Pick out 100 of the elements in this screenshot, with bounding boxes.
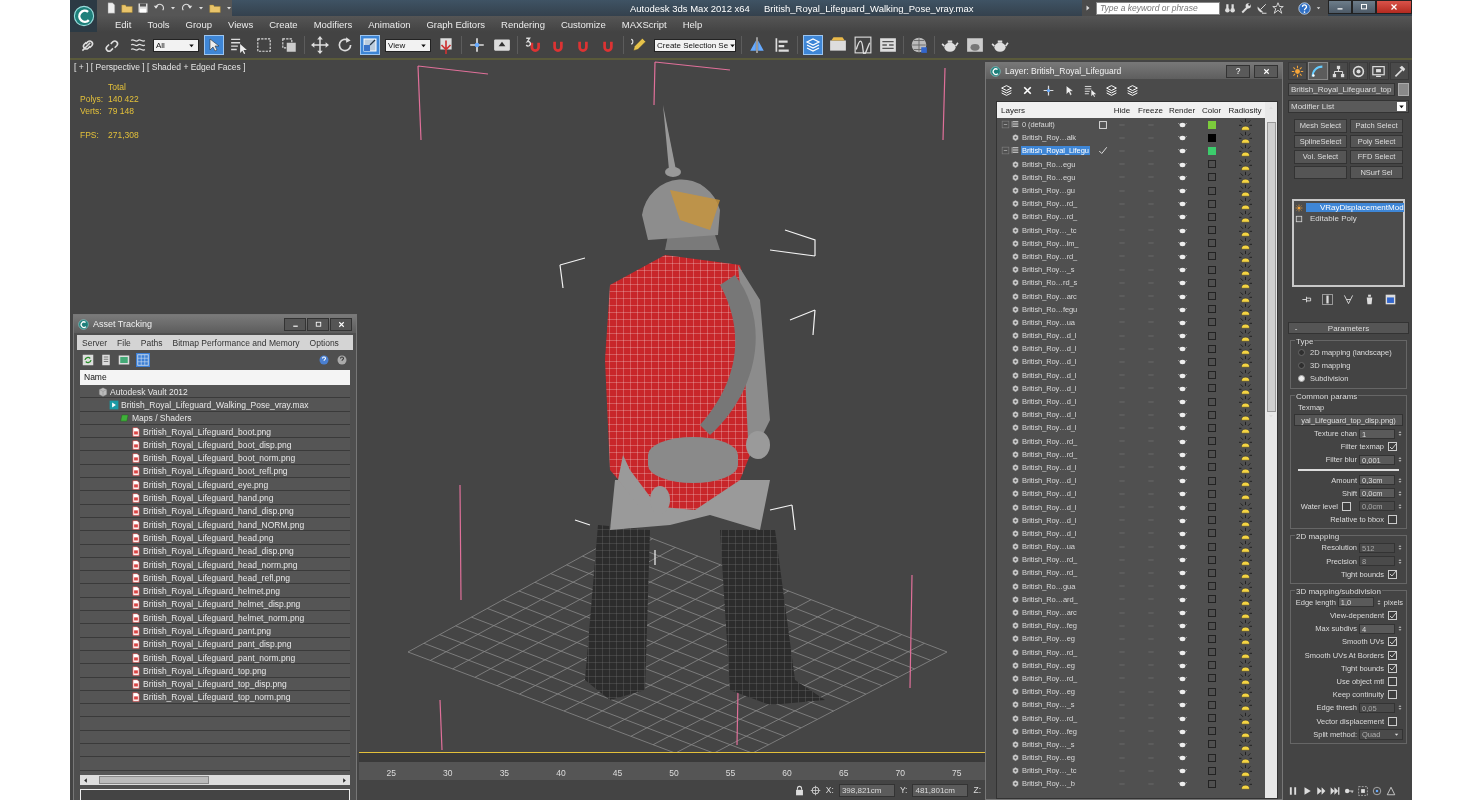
color-swatch[interactable] [1207,503,1216,512]
left-arrow-icon[interactable] [82,776,89,784]
asset-item[interactable]: British_Royal_Lifeguard_pant_norm.png [143,652,296,663]
menu-item[interactable]: Edit [107,18,140,30]
color-swatch[interactable] [1207,226,1216,235]
sun-icon[interactable] [1238,342,1252,356]
dashed-square-icon[interactable] [254,35,274,55]
teapot-icon[interactable] [1177,133,1187,143]
menu-item[interactable]: Options [304,337,344,348]
sun-icon[interactable] [1238,170,1252,184]
color-swatch[interactable] [1207,146,1216,155]
teapot-icon[interactable] [1177,621,1187,631]
sun-icon[interactable] [1238,671,1252,685]
sun-icon[interactable] [1238,685,1252,699]
rollout-title[interactable]: Parameters [1303,323,1408,333]
column-header[interactable]: Color [1198,105,1225,115]
panel-tab[interactable] [1328,62,1348,80]
app-menu-button[interactable] [70,0,97,32]
hide-icon[interactable] [1105,83,1118,97]
orbit-icon[interactable] [1372,786,1382,796]
color-swatch[interactable] [1207,397,1216,406]
color-swatch[interactable] [1207,305,1216,314]
object-name-field[interactable]: British_Royal_Lifeguard_top [1288,83,1395,96]
teapot-icon[interactable] [1177,265,1187,275]
material-sphere-icon[interactable] [909,35,929,55]
color-swatch[interactable] [1207,318,1216,327]
teapot-icon[interactable] [1177,212,1187,222]
vertical-scrollbar[interactable] [1265,102,1277,798]
panel-tab[interactable] [1308,62,1328,80]
menu-item[interactable]: Bitmap Performance and Memory [167,337,305,348]
checkbox[interactable] [1388,650,1397,660]
sun-icon[interactable] [1238,724,1252,738]
column-header[interactable]: Layers [997,105,1097,115]
color-swatch[interactable] [1207,344,1216,353]
close-button[interactable] [1376,0,1412,14]
overlapping-squares-icon[interactable] [279,35,299,55]
menu-item[interactable]: Paths [135,337,168,348]
bar-icon[interactable] [1322,294,1333,305]
asset-item[interactable]: British_Royal_Lifeguard_pant.png [143,626,272,636]
asset-item[interactable]: British_Royal_Lifeguard_top.png [143,665,267,676]
dropdown[interactable]: All [153,38,199,52]
maximize-button[interactable] [307,317,329,331]
color-swatch[interactable] [1207,199,1216,208]
horizontal-scrollbar[interactable] [80,775,350,785]
menu-item[interactable]: Help [674,18,711,30]
teapot-icon[interactable] [1177,357,1187,367]
pin-icon[interactable] [1301,294,1312,305]
checkbox[interactable] [1388,716,1397,726]
plus-icon[interactable] [1042,83,1055,97]
binoculars-icon[interactable] [1224,2,1236,14]
color-swatch[interactable] [1207,727,1216,736]
expand-toggle-icon[interactable] [1001,120,1010,130]
sun-icon[interactable] [1238,513,1252,527]
folder-icon[interactable] [121,2,133,14]
sun-icon[interactable] [1238,487,1252,501]
asset-item[interactable]: British_Royal_Lifeguard_hand_disp.png [143,506,294,517]
color-swatch[interactable] [1207,133,1216,142]
asset-item[interactable]: British_Royal_Lifeguard_helmet_disp.png [143,599,301,610]
zoom-extents-icon[interactable] [1358,786,1368,796]
picture-icon[interactable] [118,354,130,366]
sun-icon[interactable] [1238,249,1252,263]
layers-icon[interactable] [803,35,823,55]
teapot-icon[interactable] [1177,344,1187,354]
mirror-icon[interactable] [747,35,767,55]
empty-checkbox-icon[interactable] [1098,119,1108,130]
checkbox[interactable] [1388,677,1397,687]
skip-to-end-icon[interactable] [1330,786,1340,796]
teapot-icon[interactable] [1177,278,1187,288]
radio-button[interactable] [1298,362,1305,370]
color-swatch[interactable] [1207,542,1216,551]
sun-icon[interactable] [1238,553,1252,567]
sun-icon[interactable] [1238,711,1252,725]
trash-icon[interactable] [1364,294,1375,305]
help-icon[interactable] [1298,1,1311,15]
satellite-dish-icon[interactable] [1256,2,1268,14]
checkbox[interactable] [1388,663,1397,673]
color-swatch[interactable] [1207,608,1216,617]
wrench-icon[interactable] [1240,2,1252,14]
menu-item[interactable]: Views [219,18,262,30]
scroll-thumb[interactable] [99,776,209,784]
column-header[interactable]: Freeze [1135,105,1166,115]
asset-item[interactable]: British_Royal_Lifeguard_hand_NORM.png [143,519,305,530]
teapot-icon[interactable] [1177,199,1187,209]
color-swatch[interactable] [1207,555,1216,564]
menu-item[interactable]: Rendering [493,18,553,30]
sun-icon[interactable] [1238,632,1252,646]
teapot-icon[interactable] [1177,489,1187,499]
sun-icon[interactable] [1238,184,1252,198]
sun-icon[interactable] [1238,540,1252,554]
color-swatch[interactable] [1207,634,1216,643]
sun-icon[interactable] [1238,500,1252,514]
color-swatch[interactable] [1207,292,1216,301]
new-layer-icon[interactable] [1000,83,1013,97]
lock-icon[interactable] [793,784,805,796]
teapot-icon[interactable] [1177,568,1187,578]
freeze-icon[interactable] [1126,83,1139,97]
scale-icon[interactable] [360,35,380,55]
configure-icon[interactable] [1385,294,1396,305]
sun-icon[interactable] [1238,566,1252,580]
new-document-icon[interactable] [105,2,117,14]
